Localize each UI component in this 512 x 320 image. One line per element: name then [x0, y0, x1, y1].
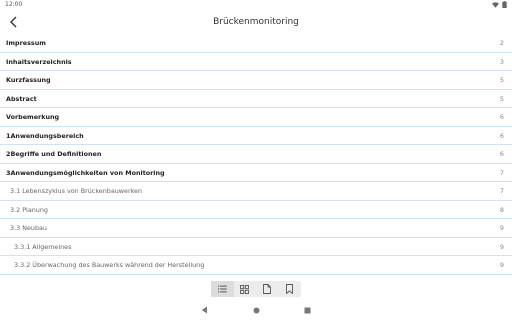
toc-item-page: 6	[499, 150, 504, 158]
toc-item[interactable]: 1Anwendungsbereich 6	[0, 127, 512, 145]
toc-item-page: 6	[499, 113, 504, 121]
toc-item-page: 6	[499, 131, 504, 140]
toc-item-page: 8	[499, 205, 504, 214]
toc-item[interactable]: 3.3.1 Allgemeines 9	[0, 238, 512, 256]
tab-page[interactable]	[256, 281, 279, 297]
toc-item-label: 3.2 Planung	[10, 205, 48, 214]
toc-item-label: Inhaltsverzeichnis	[6, 57, 72, 66]
wifi-icon	[492, 1, 499, 8]
toc-item-page: 5	[499, 94, 504, 103]
toc-item-label: Vorbemerkung	[6, 113, 60, 121]
toc-item-page: 9	[499, 242, 504, 251]
toc-item-page: 2	[499, 39, 504, 47]
toc-item[interactable]: 3Anwendungsmöglichkeiten von Monitoring 7	[0, 164, 512, 182]
tab-list[interactable]	[211, 281, 234, 297]
toc-item[interactable]: Vorbemerkung 6	[0, 108, 512, 127]
view-mode-bar	[211, 281, 301, 297]
toc-item[interactable]: 3.3 Neubau 9	[0, 219, 512, 238]
system-nav-bar	[0, 300, 512, 320]
nav-recents-button[interactable]	[302, 305, 312, 315]
grid-icon	[240, 284, 250, 294]
nav-home-button[interactable]	[251, 305, 261, 315]
toc-item-label: 2Begriffe und Definitionen	[6, 150, 102, 158]
toc-item-label: 3.3 Neubau	[10, 224, 47, 232]
toc-item-label: Abstract	[6, 94, 37, 103]
toc-item[interactable]: 2Begriffe und Definitionen 6	[0, 145, 512, 164]
toc-item[interactable]: Kurzfassung 5	[0, 71, 512, 90]
toc-item-page: 9	[499, 261, 504, 269]
toc-item[interactable]: 3.2 Planung 8	[0, 201, 512, 219]
square-recents-icon	[304, 307, 310, 313]
status-bar: 12:00	[0, 0, 512, 10]
toc-item[interactable]: Inhaltsverzeichnis 3	[0, 53, 512, 71]
toc-item-label: 3Anwendungsmöglichkeiten von Monitoring	[6, 168, 165, 177]
toc-item[interactable]: Abstract 5	[0, 90, 512, 108]
tab-bookmark[interactable]	[279, 281, 302, 297]
page-icon	[263, 284, 272, 294]
toc-item-page: 5	[499, 76, 504, 84]
toc-item[interactable]: 3.1 Lebenszyklus von Brückenbauwerken 7	[0, 182, 512, 201]
triangle-back-icon	[201, 306, 207, 314]
toc-item-page: 7	[499, 187, 504, 195]
circle-home-icon	[253, 307, 259, 313]
tab-grid[interactable]	[234, 281, 257, 297]
status-time: 12:00	[5, 1, 23, 8]
toc-item-label: 3.1 Lebenszyklus von Brückenbauwerken	[10, 187, 143, 195]
bookmark-icon	[286, 284, 294, 294]
battery-icon	[502, 1, 507, 8]
toc-item[interactable]: Impressum 2	[0, 34, 512, 53]
toc-item-label: 3.3.2 Überwachung des Bauwerks während d…	[14, 261, 205, 269]
toc-item-page: 9	[499, 224, 504, 232]
page-title: Brückenmonitoring	[213, 17, 299, 27]
list-icon	[217, 285, 227, 293]
toc-item-label: 3.3.1 Allgemeines	[14, 242, 72, 251]
toc-list: Impressum 2 Inhaltsverzeichnis 3 Kurzfassung…	[0, 34, 512, 275]
toc-item-page: 3	[499, 57, 504, 66]
app-bar: Brückenmonitoring	[0, 10, 512, 34]
toc-item-label: Impressum	[6, 39, 46, 47]
toc-item-label: 1Anwendungsbereich	[6, 131, 84, 140]
nav-back-button[interactable]	[199, 305, 209, 315]
status-icons	[492, 1, 507, 8]
toc-item[interactable]: 3.3.2 Überwachung des Bauwerks während d…	[0, 256, 512, 275]
toc-item-page: 7	[499, 168, 504, 177]
toc-item-label: Kurzfassung	[6, 76, 51, 84]
